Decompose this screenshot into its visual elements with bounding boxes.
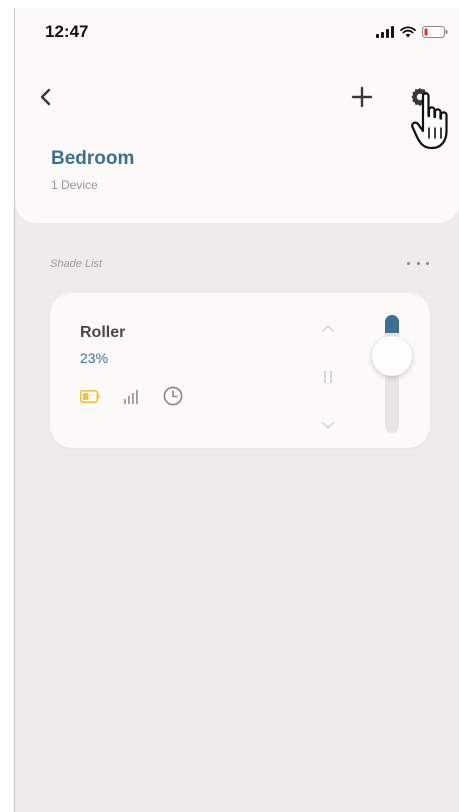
header-card: 12:47 Bedroom 1 Device <box>15 8 459 223</box>
chevron-down-icon <box>322 422 334 429</box>
status-time: 12:47 <box>45 22 89 41</box>
section-label: Shade List <box>50 258 102 270</box>
back-button[interactable] <box>35 84 57 110</box>
app-screen: 12:47 Bedroom 1 Device Shade List Roller… <box>14 8 459 812</box>
status-icons <box>376 25 448 39</box>
shade-up-button[interactable] <box>320 321 336 333</box>
room-title: Bedroom <box>51 148 135 169</box>
more-options-button[interactable] <box>407 256 429 270</box>
device-count: 1 Device <box>51 178 98 192</box>
battery-icon <box>80 390 100 403</box>
shade-card[interactable]: Roller 23% <box>50 293 430 448</box>
clock-icon[interactable] <box>163 386 183 406</box>
pause-icon <box>324 371 332 383</box>
plus-icon <box>351 86 373 108</box>
slider-thumb[interactable] <box>372 336 412 376</box>
gear-icon <box>411 88 429 106</box>
shade-down-button[interactable] <box>320 419 336 431</box>
shade-position: 23% <box>80 350 109 366</box>
add-button[interactable] <box>349 84 375 110</box>
wifi-icon <box>400 26 416 38</box>
phone-battery-icon <box>422 26 448 38</box>
cellular-signal-icon <box>376 26 394 38</box>
ellipsis-icon <box>407 261 410 265</box>
chevron-left-icon <box>40 88 51 106</box>
signal-bars-icon <box>123 389 141 404</box>
shade-name: Roller <box>80 324 126 341</box>
settings-button[interactable] <box>409 86 431 108</box>
slider-fill <box>385 315 399 333</box>
chevron-up-icon <box>322 325 334 332</box>
shade-pause-button[interactable] <box>323 370 333 384</box>
